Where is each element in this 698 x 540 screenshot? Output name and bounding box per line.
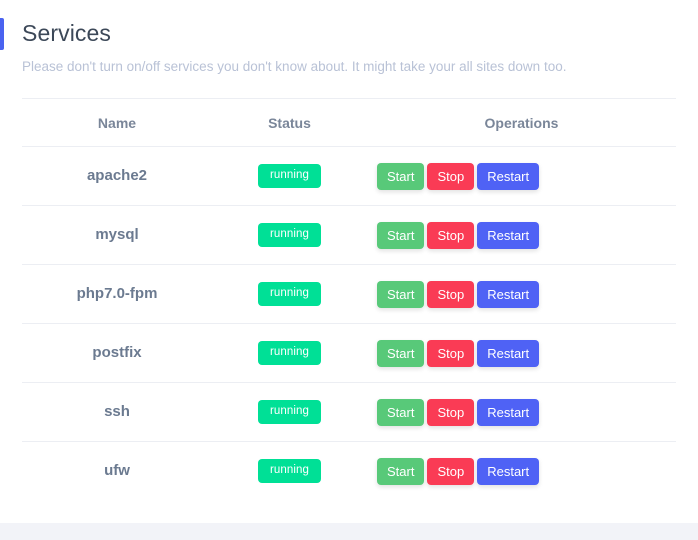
restart-button[interactable]: Restart [477, 221, 540, 249]
services-page: Services Please don't turn on/off servic… [0, 0, 698, 540]
card-bottom-spacer [0, 500, 698, 540]
table-row: postfix running Start Stop Restart [22, 323, 676, 383]
cell-service-status: running [212, 442, 367, 501]
table-row: mysql running Start Stop Restart [22, 205, 676, 265]
restart-button[interactable]: Restart [477, 280, 540, 308]
cell-service-status: running [212, 264, 367, 324]
stop-button[interactable]: Stop [427, 398, 475, 426]
page-subtitle: Please don't turn on/off services you do… [22, 59, 567, 74]
stop-button[interactable]: Stop [427, 280, 475, 308]
service-name-label: ssh [104, 403, 130, 420]
column-header-name: Name [22, 98, 212, 147]
service-name-label: mysql [95, 226, 139, 243]
restart-button[interactable]: Restart [477, 339, 540, 367]
service-name-label: apache2 [86, 167, 148, 184]
status-badge: running [257, 399, 322, 425]
cell-service-name: postfix [22, 323, 212, 383]
cell-service-name: ufw [22, 442, 212, 501]
table-body: apache2 running Start Stop Restart mysql runni… [22, 146, 676, 501]
cell-operations: Start Stop Restart [367, 205, 676, 265]
stop-button[interactable]: Stop [427, 162, 475, 190]
card-header: Services Please don't turn on/off servic… [0, 0, 698, 76]
operations-group: Start Stop Restart [377, 221, 676, 249]
start-button[interactable]: Start [377, 280, 425, 308]
status-badge: running [257, 222, 322, 248]
status-badge: running [257, 281, 322, 307]
status-badge: running [257, 458, 322, 484]
cell-operations: Start Stop Restart [367, 146, 676, 206]
cell-operations: Start Stop Restart [367, 264, 676, 324]
operations-group: Start Stop Restart [377, 398, 676, 426]
service-name-label: ufw [104, 462, 130, 479]
restart-button[interactable]: Restart [477, 162, 540, 190]
cell-service-name: php7.0-fpm [22, 264, 212, 324]
restart-button[interactable]: Restart [477, 457, 540, 485]
cell-service-name: apache2 [22, 146, 212, 206]
page-title: Services [22, 20, 111, 46]
cell-operations: Start Stop Restart [367, 382, 676, 442]
cell-service-status: running [212, 146, 367, 206]
restart-button[interactable]: Restart [477, 398, 540, 426]
table-head: Name Status Operations [22, 98, 676, 147]
cell-service-status: running [212, 205, 367, 265]
cell-service-name: mysql [22, 205, 212, 265]
operations-group: Start Stop Restart [377, 339, 676, 367]
table-row: php7.0-fpm running Start Stop Restart [22, 264, 676, 324]
start-button[interactable]: Start [377, 162, 425, 190]
table-header-row: Name Status Operations [22, 98, 676, 147]
column-header-operations: Operations [367, 98, 676, 147]
service-name-label: php7.0-fpm [76, 285, 158, 302]
service-name-label: postfix [92, 344, 142, 361]
title-accent-bar [0, 18, 4, 50]
column-header-status: Status [212, 98, 367, 147]
cell-service-status: running [212, 382, 367, 442]
operations-group: Start Stop Restart [377, 457, 676, 485]
start-button[interactable]: Start [377, 398, 425, 426]
operations-group: Start Stop Restart [377, 280, 676, 308]
stop-button[interactable]: Stop [427, 221, 475, 249]
cell-service-status: running [212, 323, 367, 383]
start-button[interactable]: Start [377, 339, 425, 367]
services-card: Services Please don't turn on/off servic… [0, 0, 698, 523]
start-button[interactable]: Start [377, 221, 425, 249]
start-button[interactable]: Start [377, 457, 425, 485]
operations-group: Start Stop Restart [377, 162, 676, 190]
stop-button[interactable]: Stop [427, 339, 475, 367]
stop-button[interactable]: Stop [427, 457, 475, 485]
cell-service-name: ssh [22, 382, 212, 442]
services-table-wrapper: Name Status Operations apache2 running Sta… [22, 98, 676, 500]
table-row: ufw running Start Stop Restart [22, 442, 676, 501]
cell-operations: Start Stop Restart [367, 442, 676, 501]
cell-operations: Start Stop Restart [367, 323, 676, 383]
status-badge: running [257, 163, 322, 189]
table-row: apache2 running Start Stop Restart [22, 146, 676, 206]
services-table: Name Status Operations apache2 running Sta… [22, 98, 676, 500]
status-badge: running [257, 340, 322, 366]
table-row: ssh running Start Stop Restart [22, 382, 676, 442]
